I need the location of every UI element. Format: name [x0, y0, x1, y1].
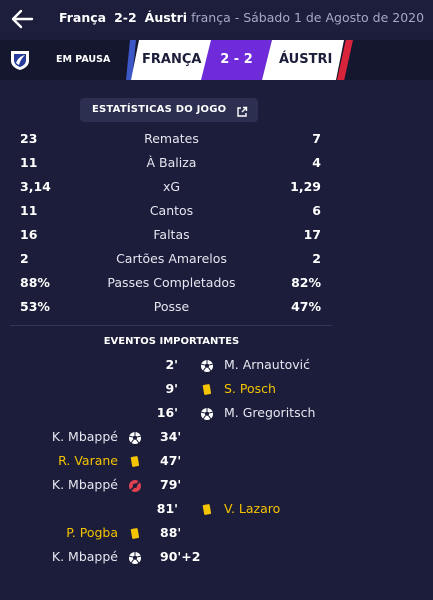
stat-row: 88% Passes Completados 82% — [0, 272, 343, 296]
stat-away-value: 47% — [291, 299, 321, 314]
match-stats-title: ESTATÍSTICAS DO JOGO — [92, 104, 227, 115]
missed-penalty-icon — [128, 479, 142, 493]
stat-label: Posse — [153, 299, 190, 314]
yellow-card-icon — [200, 383, 214, 397]
stat-label: Faltas — [153, 227, 190, 242]
stat-row: 11 Cantos 6 — [0, 200, 343, 224]
stat-home-value: 53% — [20, 299, 50, 314]
external-link-icon — [236, 103, 248, 117]
yellow-card-icon — [128, 455, 142, 469]
stat-away-value: 4 — [312, 155, 321, 170]
event-row: 16' M. Gregoritsch — [0, 402, 343, 426]
event-row: K. Mbappé 79' — [0, 474, 343, 498]
goal-icon — [200, 407, 214, 421]
title-bar: França 2-2 Áustri frança - Sábado 1 de A… — [0, 0, 433, 38]
event-player[interactable]: V. Lazaro — [224, 501, 280, 516]
event-player[interactable]: P. Pogba — [66, 525, 118, 540]
stat-away-value: 6 — [312, 203, 321, 218]
stat-row: 53% Posse 47% — [0, 296, 343, 320]
title-away-team: Áustri — [144, 10, 188, 25]
stat-label: xG — [162, 179, 181, 194]
event-minute: 47' — [160, 453, 182, 468]
stat-home-value: 3,14 — [20, 179, 51, 194]
stat-row: 2 Cartões Amarelos 2 — [0, 248, 343, 272]
event-row: P. Pogba 88' — [0, 522, 343, 546]
event-minute: 9' — [165, 381, 178, 396]
stat-home-value: 11 — [20, 155, 38, 170]
goal-icon — [128, 551, 142, 565]
away-team-name[interactable]: ÁUSTRI — [279, 52, 332, 67]
stat-home-value: 11 — [20, 203, 38, 218]
stat-row: 3,14 xG 1,29 — [0, 176, 343, 200]
stat-row: 11 À Baliza 4 — [0, 152, 343, 176]
stat-home-value: 88% — [20, 275, 50, 290]
stat-label: Cartões Amarelos — [116, 251, 227, 266]
event-player[interactable]: K. Mbappé — [52, 429, 118, 444]
goal-icon — [200, 359, 214, 373]
event-player[interactable]: S. Posch — [224, 381, 276, 396]
stat-home-value: 16 — [20, 227, 38, 242]
stat-away-value: 7 — [312, 131, 321, 146]
stat-away-value: 82% — [291, 275, 321, 290]
match-stats-button[interactable]: ESTATÍSTICAS DO JOGO — [80, 98, 258, 122]
event-minute: 81' — [156, 501, 178, 516]
stat-label: À Baliza — [146, 155, 197, 170]
event-minute: 88' — [160, 525, 182, 540]
events-title: EVENTOS IMPORTANTES — [103, 336, 240, 347]
competition-logo-icon — [8, 48, 32, 72]
stat-away-value: 1,29 — [290, 179, 321, 194]
stat-row: 23 Remates 7 — [0, 128, 343, 152]
home-team-name[interactable]: FRANÇA — [142, 52, 201, 67]
back-arrow-icon[interactable] — [10, 8, 36, 30]
divider — [10, 325, 332, 326]
event-row: 9' S. Posch — [0, 378, 343, 402]
stat-row: 16 Faltas 17 — [0, 224, 343, 248]
title-subtitle: frança - Sábado 1 de Agosto de 2020 — [191, 10, 425, 25]
event-minute: 79' — [160, 477, 182, 492]
event-minute: 90'+2 — [160, 549, 201, 564]
scoreboard: EM PAUSA FRANÇA 2 - 2 ÁUSTRI — [0, 40, 433, 80]
title-home-team: França — [59, 10, 107, 25]
event-row: R. Varane 47' — [0, 450, 343, 474]
stat-home-value: 2 — [20, 251, 29, 266]
event-row: K. Mbappé 34' — [0, 426, 343, 450]
title-score: 2-2 — [114, 10, 137, 25]
yellow-card-icon — [128, 527, 142, 541]
event-player[interactable]: K. Mbappé — [52, 549, 118, 564]
stat-label: Remates — [144, 131, 199, 146]
match-title: França 2-2 Áustri frança - Sábado 1 de A… — [59, 10, 424, 25]
event-player[interactable]: M. Gregoritsch — [224, 405, 315, 420]
event-player[interactable]: R. Varane — [58, 453, 118, 468]
score-display: 2 - 2 — [220, 52, 253, 67]
event-row: 81' V. Lazaro — [0, 498, 343, 522]
stat-label: Cantos — [149, 203, 194, 218]
match-status: EM PAUSA — [56, 54, 111, 65]
event-row: K. Mbappé 90'+2 — [0, 546, 343, 570]
event-minute: 34' — [160, 429, 182, 444]
event-minute: 2' — [165, 357, 178, 372]
stat-label: Passes Completados — [107, 275, 236, 290]
event-minute: 16' — [156, 405, 178, 420]
yellow-card-icon — [200, 503, 214, 517]
goal-icon — [128, 431, 142, 445]
stat-away-value: 17 — [303, 227, 321, 242]
stat-away-value: 2 — [312, 251, 321, 266]
event-player[interactable]: M. Arnautović — [224, 357, 310, 372]
event-row: 2' M. Arnautović — [0, 354, 343, 378]
stat-home-value: 23 — [20, 131, 38, 146]
event-player[interactable]: K. Mbappé — [52, 477, 118, 492]
